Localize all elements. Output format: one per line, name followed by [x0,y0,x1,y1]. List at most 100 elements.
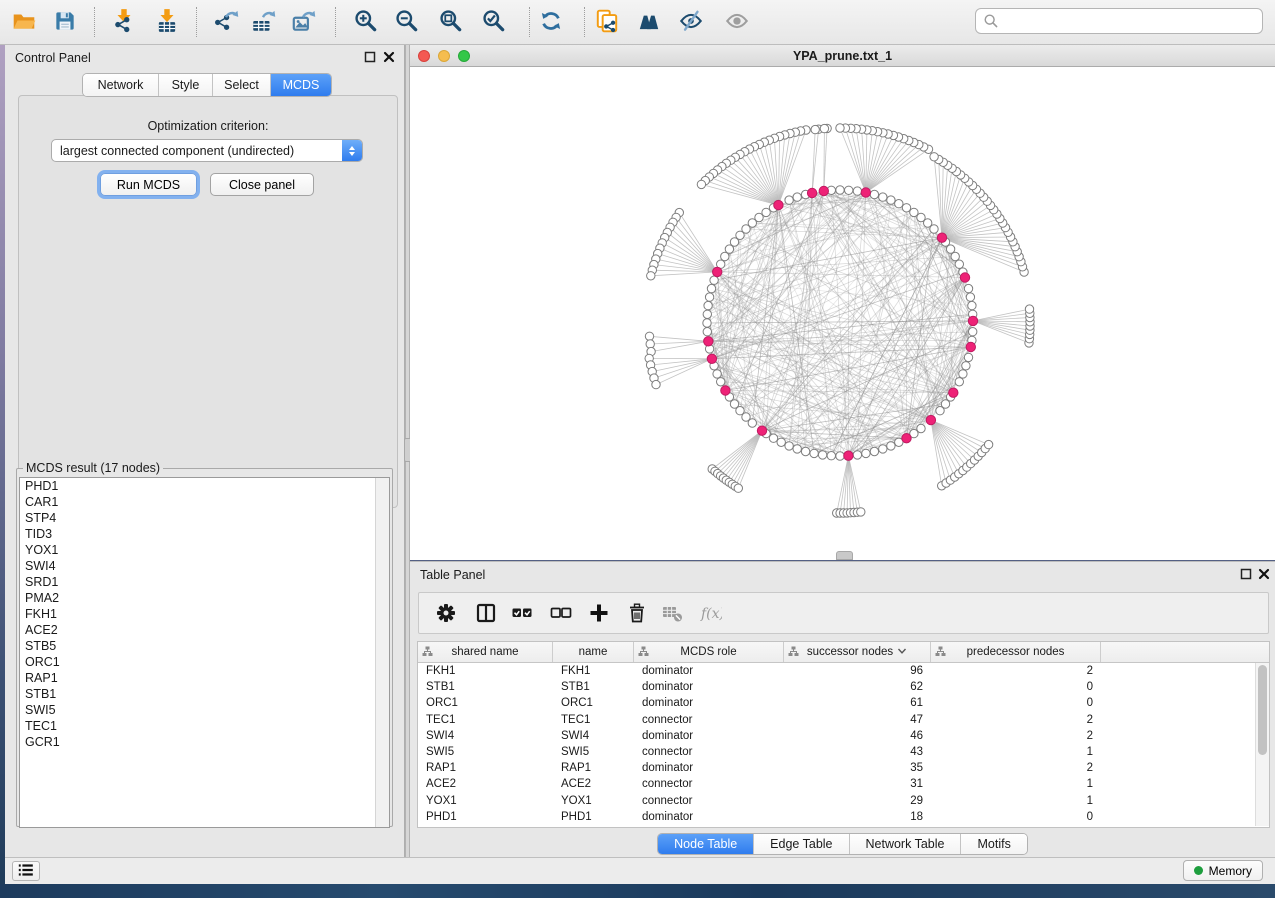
table-close-icon[interactable] [1257,568,1270,581]
show-columns-button[interactable] [471,598,501,628]
table-cell[interactable]: 2 [931,760,1101,776]
column-header-successor-nodes[interactable]: successor nodes [784,642,931,662]
table-cell[interactable]: 0 [931,679,1101,695]
table-cell[interactable]: 35 [784,760,931,776]
mcds-node-item[interactable]: TEC1 [20,718,389,734]
table-cell[interactable]: connector [634,776,784,792]
table-cell[interactable]: 62 [784,679,931,695]
refresh-button[interactable] [534,4,568,38]
column-header-predecessor-nodes[interactable]: predecessor nodes [931,642,1101,662]
float-window-icon[interactable] [363,51,376,64]
table-settings-button[interactable] [431,598,461,628]
table-cell[interactable]: FKH1 [418,663,553,679]
table-scrollbar-thumb[interactable] [1258,665,1267,755]
mcds-node-item[interactable]: RAP1 [20,670,389,686]
table-cell[interactable]: 2 [931,663,1101,679]
zoom-in-button[interactable] [349,4,383,38]
table-row[interactable]: PHD1PHD1dominator180 [418,809,1269,825]
table-row[interactable]: ORC1ORC1dominator610 [418,695,1269,711]
mcds-node-item[interactable]: PHD1 [20,478,389,494]
table-cell[interactable]: 0 [931,809,1101,825]
tab-select[interactable]: Select [213,74,271,96]
table-cell[interactable]: dominator [634,728,784,744]
mcds-node-item[interactable]: SWI4 [20,558,389,574]
delete-row-button[interactable] [622,598,652,628]
table-cell[interactable]: ORC1 [418,695,553,711]
tab-network-table[interactable]: Network Table [850,834,962,854]
table-cell[interactable]: connector [634,793,784,809]
table-cell[interactable]: PHD1 [553,809,634,825]
column-header-name[interactable]: name [553,642,634,662]
mcds-node-item[interactable]: PMA2 [20,590,389,606]
table-float-window-icon[interactable] [1239,568,1252,581]
table-row[interactable]: FKH1FKH1dominator962 [418,663,1269,679]
mcds-node-item[interactable]: STB1 [20,686,389,702]
table-cell[interactable]: 61 [784,695,931,711]
zoom-out-button[interactable] [390,4,424,38]
table-cell[interactable]: YOX1 [418,793,553,809]
import-network-button[interactable] [107,4,141,38]
network-from-clipboard-button[interactable] [590,4,624,38]
table-row[interactable]: YOX1YOX1connector291 [418,793,1269,809]
table-row[interactable]: SWI4SWI4dominator462 [418,728,1269,744]
criterion-dropdown[interactable]: largest connected component (undirected) [51,139,363,162]
table-row[interactable]: STB1STB1dominator620 [418,679,1269,695]
table-cell[interactable]: 46 [784,728,931,744]
table-row[interactable]: RAP1RAP1dominator352 [418,760,1269,776]
tab-edge-table[interactable]: Edge Table [754,834,849,854]
table-row[interactable]: SWI5SWI5connector431 [418,744,1269,760]
find-binoculars-button[interactable] [632,4,666,38]
table-cell[interactable]: 29 [784,793,931,809]
table-cell[interactable]: SWI5 [418,744,553,760]
table-cell[interactable]: RAP1 [418,760,553,776]
export-network-button[interactable] [209,4,243,38]
tab-node-table[interactable]: Node Table [658,834,754,854]
table-cell[interactable]: RAP1 [553,760,634,776]
table-cell[interactable]: SWI5 [553,744,634,760]
table-cell[interactable]: connector [634,744,784,760]
export-image-button[interactable] [286,4,320,38]
export-table-button[interactable] [246,4,280,38]
run-mcds-button[interactable]: Run MCDS [100,173,197,196]
table-cell[interactable]: connector [634,712,784,728]
mcds-node-item[interactable]: STB5 [20,638,389,654]
table-cell[interactable]: SWI4 [553,728,634,744]
table-cell[interactable]: ORC1 [553,695,634,711]
table-cell[interactable]: FKH1 [553,663,634,679]
zoom-selected-button[interactable] [477,4,511,38]
table-cell[interactable]: TEC1 [418,712,553,728]
mcds-node-item[interactable]: STP4 [20,510,389,526]
tab-motifs[interactable]: Motifs [961,834,1026,854]
mcds-list-scrollbar[interactable] [375,478,389,827]
tab-network[interactable]: Network [83,74,159,96]
mcds-node-item[interactable]: GCR1 [20,734,389,750]
table-scrollbar[interactable] [1255,663,1269,826]
select-all-button[interactable] [507,598,537,628]
table-row[interactable]: ACE2ACE2connector311 [418,776,1269,792]
task-history-button[interactable] [12,861,40,881]
table-cell[interactable]: 0 [931,695,1101,711]
table-cell[interactable]: PHD1 [418,809,553,825]
network-canvas[interactable] [410,67,1275,560]
table-cell[interactable]: 1 [931,744,1101,760]
search-input[interactable] [1004,13,1255,29]
table-cell[interactable]: STB1 [553,679,634,695]
table-cell[interactable]: YOX1 [553,793,634,809]
table-cell[interactable]: 31 [784,776,931,792]
table-cell[interactable]: STB1 [418,679,553,695]
tab-style[interactable]: Style [159,74,213,96]
table-cell[interactable]: 96 [784,663,931,679]
column-header-shared-name[interactable]: shared name [418,642,553,662]
table-cell[interactable]: 18 [784,809,931,825]
table-cell[interactable]: 2 [931,728,1101,744]
mcds-node-item[interactable]: YOX1 [20,542,389,558]
close-icon[interactable] [382,51,395,64]
horizontal-splitter-grip[interactable] [836,551,853,560]
table-cell[interactable]: SWI4 [418,728,553,744]
table-cell[interactable]: TEC1 [553,712,634,728]
save-session-button[interactable] [48,4,82,38]
table-cell[interactable]: 1 [931,776,1101,792]
mcds-node-item[interactable]: ORC1 [20,654,389,670]
table-cell[interactable]: dominator [634,809,784,825]
open-file-button[interactable] [7,4,41,38]
